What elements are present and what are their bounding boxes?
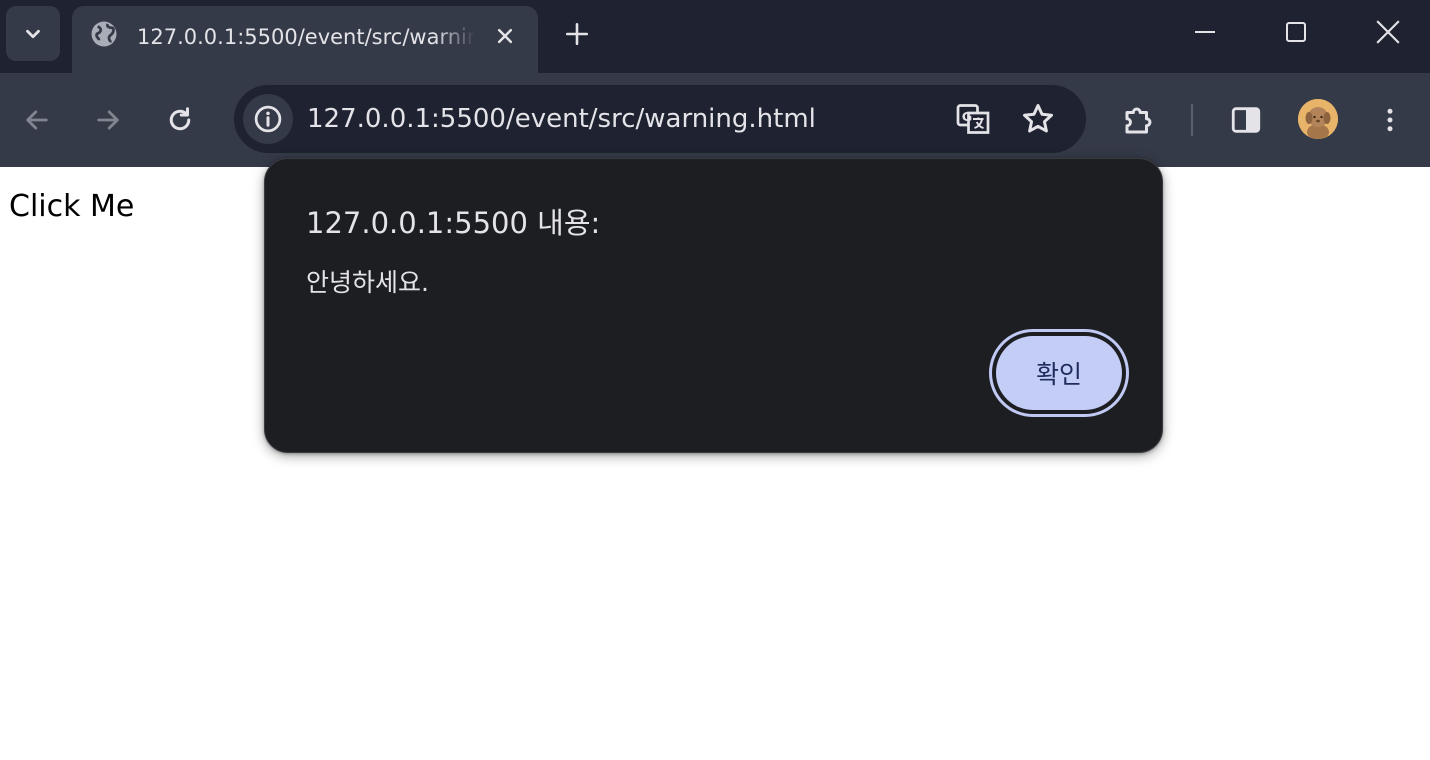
- active-tab[interactable]: 127.0.0.1:5500/event/src/warning.html: [72, 6, 538, 73]
- reload-icon: [169, 107, 191, 131]
- minimize-button[interactable]: [1175, 8, 1235, 56]
- svg-text:G: G: [962, 110, 972, 125]
- ok-button[interactable]: 확인: [989, 329, 1129, 417]
- new-tab-button[interactable]: [559, 16, 595, 52]
- globe-icon: [91, 21, 117, 47]
- address-bar[interactable]: 127.0.0.1:5500/event/src/warning.html G: [234, 85, 1086, 153]
- extensions-button[interactable]: [1116, 97, 1162, 143]
- side-panel-button[interactable]: [1223, 97, 1269, 143]
- url-text[interactable]: 127.0.0.1:5500/event/src/warning.html: [307, 103, 816, 135]
- bookmark-button[interactable]: [1018, 99, 1058, 139]
- plus-icon: [565, 22, 589, 46]
- ok-button-label: 확인: [996, 336, 1122, 410]
- tab-strip: 127.0.0.1:5500/event/src/warning.html: [0, 0, 1430, 73]
- alert-dialog: 127.0.0.1:5500 내용: 안녕하세요. 확인: [264, 158, 1163, 453]
- toolbar-divider: [1191, 104, 1193, 136]
- menu-button[interactable]: [1367, 97, 1413, 143]
- forward-button[interactable]: [86, 98, 130, 142]
- info-icon: [254, 105, 282, 133]
- tab-search-button[interactable]: [6, 6, 60, 61]
- close-icon: [497, 28, 513, 44]
- close-tab-button[interactable]: [490, 21, 520, 51]
- close-icon: [1376, 20, 1400, 44]
- side-panel-icon: [1231, 107, 1261, 133]
- arrow-left-icon: [26, 110, 48, 130]
- translate-icon: G: [956, 104, 990, 134]
- star-icon: [1023, 104, 1053, 133]
- window-close-button[interactable]: [1358, 8, 1418, 56]
- profile-avatar[interactable]: [1298, 99, 1338, 139]
- maximize-button[interactable]: [1266, 8, 1326, 56]
- dialog-message: 안녕하세요.: [306, 268, 429, 297]
- puzzle-icon: [1125, 107, 1152, 134]
- browser-toolbar: 127.0.0.1:5500/event/src/warning.html G: [0, 73, 1430, 167]
- translate-button[interactable]: G: [953, 99, 993, 139]
- dialog-title: 127.0.0.1:5500 내용:: [306, 206, 601, 240]
- more-vertical-icon: [1387, 108, 1393, 132]
- profile-avatar-icon: [1298, 99, 1338, 139]
- chevron-down-icon: [26, 29, 40, 38]
- click-me-text[interactable]: Click Me: [9, 189, 134, 225]
- site-info-button[interactable]: [243, 94, 293, 144]
- reload-button[interactable]: [158, 98, 202, 142]
- arrow-right-icon: [97, 110, 119, 130]
- tab-title: 127.0.0.1:5500/event/src/warning.html: [137, 25, 475, 49]
- back-button[interactable]: [15, 98, 59, 142]
- maximize-icon: [1286, 22, 1306, 42]
- minimize-icon: [1195, 31, 1215, 33]
